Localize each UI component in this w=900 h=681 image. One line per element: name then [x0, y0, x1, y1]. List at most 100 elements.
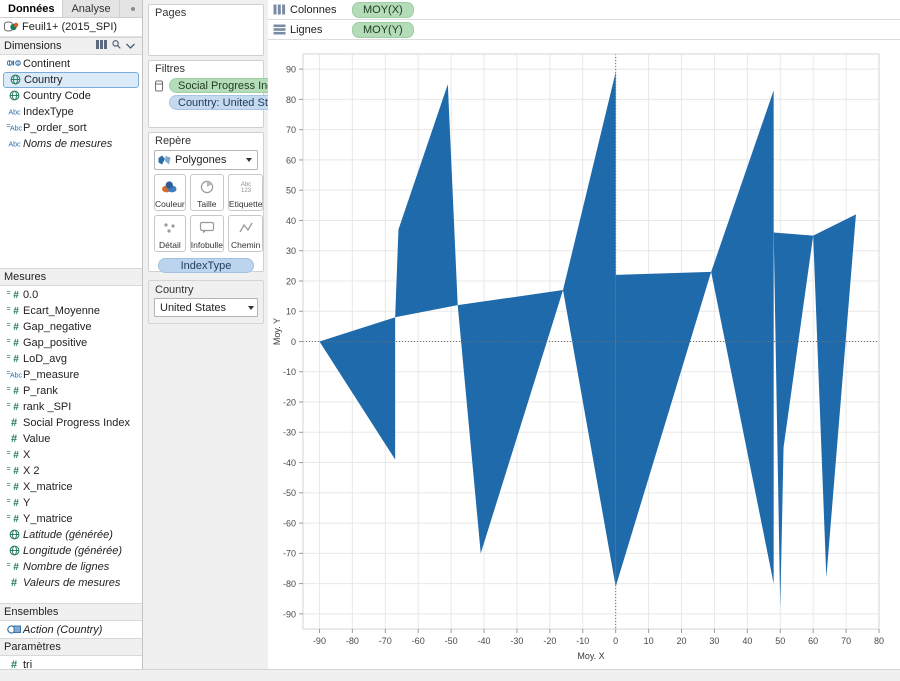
- x-tick-label: 70: [841, 636, 851, 646]
- pane-gap-2: [0, 591, 142, 603]
- field-row[interactable]: =#X_matrice: [0, 479, 142, 495]
- field-row[interactable]: =#Gap_negative: [0, 319, 142, 335]
- columns-shelf[interactable]: Colonnes MOY(X): [268, 0, 900, 20]
- x-tick-label: -10: [576, 636, 589, 646]
- field-row[interactable]: =#0.0: [0, 287, 142, 303]
- x-tick-label: -60: [412, 636, 425, 646]
- grid-view-icon[interactable]: [96, 40, 107, 52]
- field-row[interactable]: Latitude (générée): [0, 527, 142, 543]
- field-row[interactable]: #Value: [0, 431, 142, 447]
- field-row[interactable]: =AbcP_measure: [0, 367, 142, 383]
- filter-row-country[interactable]: Country: United Stat..: [154, 95, 258, 110]
- svg-text:123: 123: [241, 188, 252, 194]
- svg-text:Abc: Abc: [8, 109, 21, 116]
- field-row[interactable]: =#rank _SPI: [0, 399, 142, 415]
- chevron-down-icon[interactable]: [248, 306, 254, 310]
- field-row[interactable]: =#X: [0, 447, 142, 463]
- filter-row-spi[interactable]: Social Progress Index: [154, 78, 258, 93]
- svg-text:#: #: [13, 290, 19, 300]
- mark-button-couleur[interactable]: Couleur: [154, 174, 186, 211]
- svg-text:#: #: [13, 322, 19, 332]
- field-row-selected[interactable]: Country: [3, 72, 139, 88]
- mark-button-etiquette[interactable]: Abc 123 Etiquette: [228, 174, 264, 211]
- x-tick-label: -50: [445, 636, 458, 646]
- svg-text:=: =: [7, 498, 11, 505]
- country-filter-dropdown[interactable]: United States: [154, 298, 258, 317]
- mark-button-infobulle[interactable]: Infobulle: [190, 215, 224, 252]
- field-row[interactable]: #Social Progress Index: [0, 415, 142, 431]
- hash-calc-icon: =#: [5, 481, 23, 494]
- mark-type-value: Polygones: [175, 154, 246, 166]
- hash-calc-icon: =#: [5, 337, 23, 350]
- size-icon: [199, 175, 215, 200]
- mark-button-taille[interactable]: Taille: [190, 174, 224, 211]
- globe-icon: [5, 529, 23, 542]
- x-tick-label: -80: [346, 636, 359, 646]
- svg-text:#: #: [13, 306, 19, 316]
- rows-pill-moy-y[interactable]: MOY(Y): [352, 22, 414, 38]
- field-row[interactable]: =#Ecart_Moyenne: [0, 303, 142, 319]
- x-tick-label: -40: [478, 636, 491, 646]
- field-row[interactable]: Continent: [0, 56, 142, 72]
- svg-text:=: =: [7, 306, 11, 313]
- field-label: Country: [24, 74, 63, 86]
- mark-button-etiquette-label: Etiquette: [229, 200, 263, 209]
- x-tick-label: -90: [313, 636, 326, 646]
- chevron-down-icon[interactable]: [126, 40, 135, 52]
- field-row[interactable]: =# P_rank: [0, 383, 142, 399]
- mark-button-chemin[interactable]: Chemin: [228, 215, 264, 252]
- mark-type-dropdown[interactable]: Polygones: [154, 150, 258, 170]
- field-row[interactable]: =#Gap_positive: [0, 335, 142, 351]
- hash-calc-icon: =#: [5, 321, 23, 334]
- y-tick-label: -90: [283, 609, 296, 619]
- svg-text:#: #: [13, 386, 19, 396]
- field-row[interactable]: Longitude (générée): [0, 543, 142, 559]
- mark-button-detail[interactable]: Détail: [154, 215, 186, 252]
- filters-card: Filtres Social Progress Index Country: U…: [148, 60, 264, 128]
- svg-text:=: =: [7, 450, 11, 457]
- datasource-row[interactable]: Feuil1+ (2015_SPI): [0, 18, 142, 37]
- measures-list: =#0.0=#Ecart_Moyenne=#Gap_negative=#Gap_…: [0, 286, 142, 591]
- svg-text:=: =: [7, 482, 11, 489]
- search-icon[interactable]: [112, 40, 121, 52]
- field-label: P_measure: [23, 369, 79, 381]
- field-row[interactable]: =#LoD_avg: [0, 351, 142, 367]
- label-icon: Abc 123: [237, 175, 255, 200]
- field-row[interactable]: =#Nombre de lignes: [0, 559, 142, 575]
- viz-area: Colonnes MOY(X) Lignes MOY(Y) 9080706050…: [268, 0, 900, 681]
- field-row[interactable]: =AbcP_order_sort: [0, 120, 142, 136]
- field-row[interactable]: Action (Country): [0, 622, 142, 638]
- field-row[interactable]: =#Y: [0, 495, 142, 511]
- chart-canvas[interactable]: 9080706050403020100-10-20-30-40-50-60-70…: [268, 41, 900, 681]
- field-label: Noms de mesures: [23, 138, 112, 150]
- tab-analyse[interactable]: Analyse: [63, 0, 119, 17]
- mark-buttons-grid: Couleur Taille: [154, 174, 258, 252]
- field-row[interactable]: #Valeurs de mesures: [0, 575, 142, 591]
- tab-donnees[interactable]: Données: [0, 0, 63, 17]
- hash-icon: #: [5, 433, 23, 446]
- columns-pill-moy-x[interactable]: MOY(X): [352, 2, 414, 18]
- x-axis[interactable]: -90-80-70-60-50-40-30-20-100102030405060…: [313, 629, 884, 646]
- field-row[interactable]: AbcIndexType: [0, 104, 142, 120]
- field-label: P_rank: [23, 385, 58, 397]
- y-tick-label: 50: [286, 186, 296, 196]
- pane-options-icon[interactable]: [131, 7, 135, 11]
- svg-text:Abc: Abc: [8, 141, 21, 148]
- mark-pill-indextype[interactable]: IndexType: [158, 258, 254, 273]
- field-row[interactable]: =#Y_matrice: [0, 511, 142, 527]
- svg-text:=: =: [7, 466, 11, 473]
- polygon-chart[interactable]: 9080706050403020100-10-20-30-40-50-60-70…: [268, 41, 900, 681]
- svg-text:=: =: [7, 386, 11, 393]
- rows-shelf[interactable]: Lignes MOY(Y): [268, 20, 900, 40]
- chevron-down-icon[interactable]: [246, 158, 252, 162]
- sets-header-label: Ensembles: [4, 606, 138, 618]
- svg-text:#: #: [13, 466, 19, 476]
- y-axis[interactable]: 9080706050403020100-10-20-30-40-50-60-70…: [283, 65, 303, 620]
- hash-calc-icon: =#: [5, 289, 23, 302]
- field-row[interactable]: AbcNoms de mesures: [0, 136, 142, 152]
- columns-icon: [273, 4, 286, 15]
- tableau-window: Données Analyse Feuil1+ (2015_SPI) Dim: [0, 0, 900, 681]
- field-row[interactable]: Country Code: [0, 88, 142, 104]
- cards-column: Pages Filtres Social Progress Index Coun…: [144, 0, 268, 681]
- field-row[interactable]: =#X 2: [0, 463, 142, 479]
